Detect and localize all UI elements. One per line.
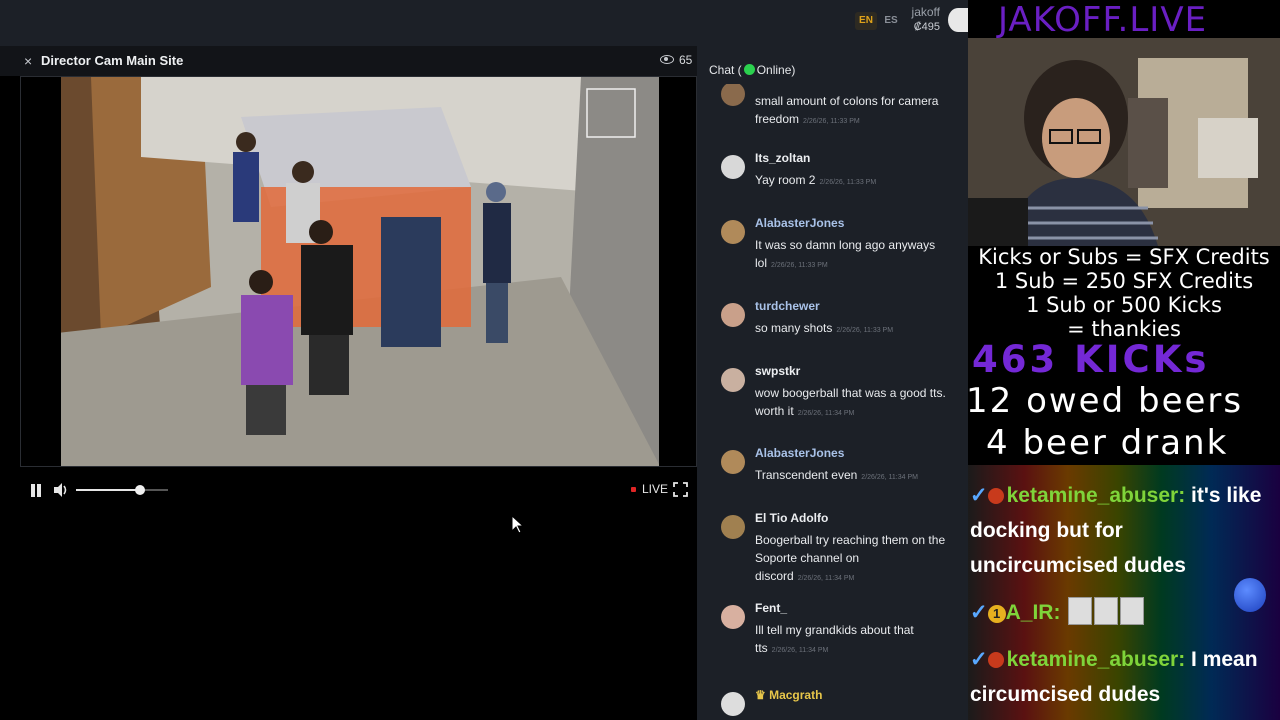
kicks-counter: 463 KICKs xyxy=(972,338,1210,381)
top-bar: EN ES jakoff ₡495 xyxy=(0,0,968,46)
tomato-badge-icon xyxy=(987,488,1004,504)
mouse-cursor-icon xyxy=(512,516,524,534)
chat-message-text: Boogerball try reaching them on the Sopo… xyxy=(755,531,955,588)
chat-message-text: Yay room 2 2/26/26, 11:33 PM xyxy=(755,171,955,192)
close-icon[interactable]: × xyxy=(24,53,32,69)
language-es-button[interactable]: ES xyxy=(880,12,902,30)
chat-message-text: wow boogerball that was a good tts. wort… xyxy=(755,384,955,423)
verified-check-icon: ✓ xyxy=(970,601,988,624)
volume-slider[interactable] xyxy=(76,485,168,495)
room-scene xyxy=(21,77,696,466)
tomato-badge-icon xyxy=(987,652,1004,668)
chat-avatar[interactable] xyxy=(721,692,745,716)
player-header: × Director Cam Main Site 65 xyxy=(0,46,697,76)
video-player: × Director Cam Main Site 65 LIVE xyxy=(0,46,697,720)
chat-avatar[interactable] xyxy=(721,303,745,327)
live-indicator-dot xyxy=(631,487,636,492)
info-line: 1 Sub or 500 Kicks xyxy=(1026,293,1222,317)
chat-message-text: It was so damn long ago anyways lol 2/26/… xyxy=(755,236,955,275)
emote-icon xyxy=(1120,597,1145,625)
chat-username[interactable]: El Tio Adolfo xyxy=(755,511,828,525)
chat-timestamp: 2/26/26, 11:34 PM xyxy=(797,410,855,417)
brand-title: JAKOFF.LIVE xyxy=(998,0,1208,40)
chat-timestamp: 2/26/26, 11:33 PM xyxy=(836,327,894,334)
volume-slider-fill xyxy=(76,489,141,491)
chat-username[interactable]: swpstkr xyxy=(755,364,800,378)
info-line: Kicks or Subs = SFX Credits xyxy=(978,245,1270,269)
eye-icon xyxy=(660,55,674,64)
verified-check-icon: ✓ xyxy=(970,484,988,507)
chat-avatar[interactable] xyxy=(721,450,745,474)
chat-avatar[interactable] xyxy=(721,368,745,392)
overlay-chat-line: ✓ ketamine_abuser: I mean circumcised dud… xyxy=(970,642,1275,712)
chat-message-list[interactable]: small amount of colons for camera freedo… xyxy=(709,84,964,720)
chat-header: Chat ( Online) xyxy=(709,63,795,77)
overlay-chat-user: ketamine_abuser: xyxy=(1006,484,1186,507)
overlay-chat-user: A_IR: xyxy=(1005,601,1061,624)
chat-avatar[interactable] xyxy=(721,84,745,106)
volume-slider-handle[interactable] xyxy=(135,485,146,495)
app-root: EN ES jakoff ₡495 × Director Cam Main Si… xyxy=(0,0,1280,720)
fullscreen-icon[interactable] xyxy=(673,482,688,497)
chat-timestamp: 2/26/26, 11:34 PM xyxy=(771,647,829,654)
volume-icon[interactable] xyxy=(53,482,69,498)
chat-username[interactable]: AlabasterJones xyxy=(755,216,844,230)
online-status-icon xyxy=(743,64,755,75)
chat-message-text: Ill tell my grandkids about that tts 2/26… xyxy=(755,621,955,660)
chat-panel: Chat ( Online) small amount of colons for… xyxy=(697,46,968,720)
chat-header-status: Online) xyxy=(756,63,796,77)
chat-message-body: so many shots xyxy=(755,321,833,335)
owed-beers-counter: 12 owed beers xyxy=(968,381,1244,421)
chat-username[interactable]: AlabasterJones xyxy=(755,446,844,460)
stream-overlay: JAKOFF.LIVE Kicks or Subs = SFX Credits … xyxy=(968,0,1280,720)
overlay-chat-line: ✓ 1 A_IR: xyxy=(970,595,1275,630)
emote-icon xyxy=(1094,597,1119,625)
chat-timestamp: 2/26/26, 11:33 PM xyxy=(803,118,860,125)
camera-title: Director Cam Main Site xyxy=(41,53,184,68)
chat-message-text: so many shots 2/26/26, 11:33 PM xyxy=(755,319,955,340)
one-badge-icon: 1 xyxy=(987,605,1006,623)
viewer-count: 65 xyxy=(679,53,693,67)
user-box[interactable]: jakoff ₡495 xyxy=(900,5,940,35)
chat-username[interactable]: ♛ Macgrath xyxy=(755,688,822,702)
chat-avatar[interactable] xyxy=(721,155,745,179)
chat-timestamp: 2/26/26, 11:34 PM xyxy=(861,474,918,481)
verified-check-icon: ✓ xyxy=(970,648,988,671)
pause-icon[interactable] xyxy=(30,484,42,497)
chat-username[interactable]: turdchewer xyxy=(755,299,820,313)
chat-header-label: Chat ( xyxy=(709,63,742,77)
webcam-feed xyxy=(968,38,1280,246)
chat-timestamp: 2/26/26, 11:33 PM xyxy=(771,262,828,269)
language-en-button[interactable]: EN xyxy=(855,12,877,30)
emote-icon xyxy=(1068,597,1093,625)
overlay-chat-line: ✓ ketamine_abuser: it's like docking but … xyxy=(970,478,1275,583)
video-feed[interactable] xyxy=(20,76,697,467)
overlay-chat-user: ketamine_abuser: xyxy=(1006,648,1186,671)
chat-timestamp: 2/26/26, 11:33 PM xyxy=(819,179,877,186)
username: jakoff xyxy=(911,5,940,19)
chat-message-text: small amount of colons for camera freedo… xyxy=(755,92,955,131)
user-avatar[interactable] xyxy=(948,8,968,32)
credit-balance: ₡495 xyxy=(913,21,940,33)
player-controls: LIVE xyxy=(0,467,697,513)
info-line: 1 Sub = 250 SFX Credits xyxy=(994,269,1254,293)
chat-timestamp: 2/26/26, 11:34 PM xyxy=(797,575,855,582)
chat-username[interactable]: Fent_ xyxy=(755,601,787,615)
chat-avatar[interactable] xyxy=(721,220,745,244)
chat-message-text: Transcendent even 2/26/26, 11:34 PM xyxy=(755,466,955,487)
chat-avatar[interactable] xyxy=(721,605,745,629)
blueberry-icon xyxy=(1234,578,1266,612)
chat-username[interactable]: Its_zoltan xyxy=(755,151,810,165)
beers-drank-counter: 4 beer drank xyxy=(986,423,1229,463)
chat-message-body: Transcendent even xyxy=(755,468,858,482)
live-label[interactable]: LIVE xyxy=(642,482,668,496)
chat-message-body: Yay room 2 xyxy=(755,173,816,187)
chat-avatar[interactable] xyxy=(721,515,745,539)
